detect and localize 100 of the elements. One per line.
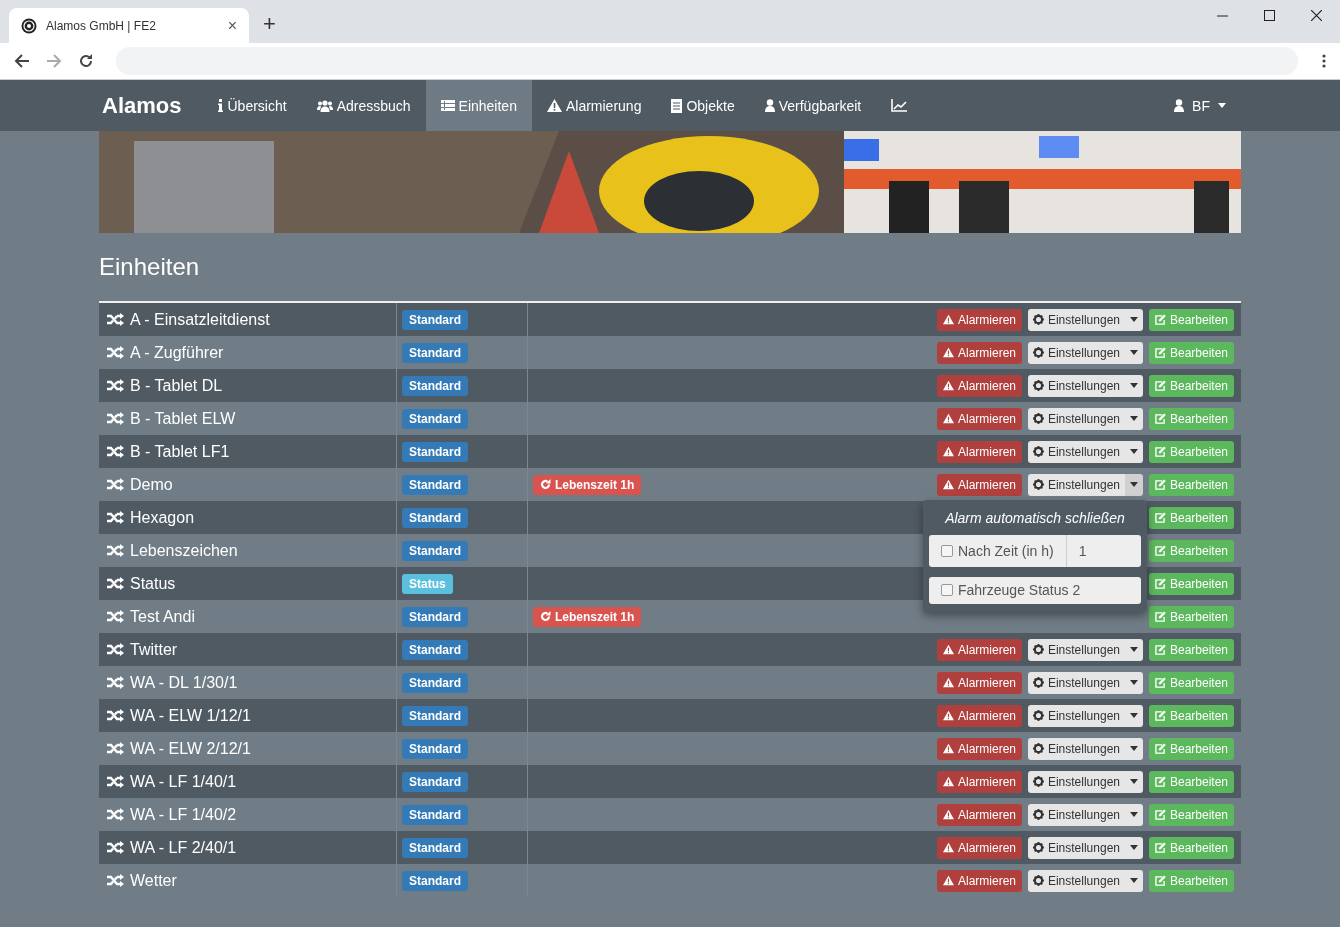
unit-name: A - Zugführer: [130, 343, 224, 362]
menu-icon[interactable]: [1322, 53, 1326, 69]
warning-icon: [943, 380, 954, 391]
alarm-button[interactable]: Alarmieren: [937, 473, 1022, 496]
settings-icon: [1033, 809, 1044, 820]
dropdown-toggle[interactable]: [1125, 638, 1143, 661]
unit-name: A - Einsatzleitdienst: [130, 310, 270, 329]
nav-item[interactable]: Alarmierung: [531, 80, 657, 131]
nav-item[interactable]: Objekte: [656, 80, 750, 131]
alarm-button[interactable]: Alarmieren: [937, 770, 1022, 793]
alarm-button[interactable]: Alarmieren: [937, 308, 1022, 331]
alarm-button[interactable]: Alarmieren: [937, 407, 1022, 430]
caret-icon: [1130, 680, 1138, 685]
hours-field[interactable]: 1: [1066, 534, 1141, 567]
settings-button[interactable]: Einstellungen: [1028, 473, 1125, 496]
settings-button[interactable]: Einstellungen: [1028, 836, 1125, 859]
settings-button[interactable]: Einstellungen: [1028, 440, 1125, 463]
brand-logo[interactable]: Alamos: [102, 80, 182, 131]
dropdown-toggle[interactable]: [1125, 704, 1143, 727]
refresh-icon: [540, 611, 551, 622]
user-menu[interactable]: BF: [1159, 80, 1241, 131]
settings-button[interactable]: Einstellungen: [1028, 671, 1125, 694]
new-tab-button[interactable]: +: [263, 11, 276, 37]
shuffle-icon: [107, 709, 124, 722]
type-label: Standard: [402, 606, 468, 627]
type-label: Status: [402, 573, 453, 594]
settings-button[interactable]: Einstellungen: [1028, 803, 1125, 826]
dropdown-toggle[interactable]: [1125, 308, 1143, 331]
edit-icon: [1155, 512, 1166, 523]
shuffle-icon: [107, 313, 124, 326]
dropdown-toggle[interactable]: [1125, 374, 1143, 397]
settings-button[interactable]: Einstellungen: [1028, 308, 1125, 331]
checkbox[interactable]: [941, 544, 953, 557]
edit-icon: [1155, 776, 1166, 787]
alarm-button[interactable]: Alarmieren: [937, 737, 1022, 760]
reload-icon[interactable]: [78, 53, 94, 69]
maximize-icon[interactable]: [1264, 10, 1275, 21]
unit-name: Demo: [130, 475, 173, 494]
type-label: Standard: [402, 540, 468, 561]
edit-icon: [1155, 842, 1166, 853]
dropdown-toggle[interactable]: [1125, 836, 1143, 859]
time-option[interactable]: Nach Zeit (in h): [929, 534, 1067, 567]
nav-item[interactable]: Verfügbarkeit: [749, 80, 877, 131]
alarm-button[interactable]: Alarmieren: [937, 704, 1022, 727]
edit-icon: [1155, 347, 1166, 358]
settings-button[interactable]: Einstellungen: [1028, 638, 1125, 661]
type-label: Standard: [402, 375, 468, 396]
edit-icon: [1155, 809, 1166, 820]
settings-icon: [1033, 677, 1044, 688]
alarm-button[interactable]: Alarmieren: [937, 341, 1022, 364]
dropdown-toggle[interactable]: [1125, 770, 1143, 793]
close-icon[interactable]: [1311, 10, 1322, 21]
alarm-button[interactable]: Alarmieren: [937, 374, 1022, 397]
unit-name: B - Tablet DL: [130, 376, 223, 395]
dropdown-toggle[interactable]: [1125, 341, 1143, 364]
dropdown-toggle[interactable]: [1125, 803, 1143, 826]
alarm-button[interactable]: Alarmieren: [937, 836, 1022, 859]
settings-button[interactable]: Einstellungen: [1028, 770, 1125, 793]
settings-icon: [1033, 413, 1044, 424]
warning-icon: [943, 413, 954, 424]
alarm-button[interactable]: Alarmieren: [937, 440, 1022, 463]
edit-icon: [1155, 314, 1166, 325]
caret-icon: [1218, 103, 1226, 108]
warning-icon: [943, 776, 954, 787]
settings-button[interactable]: Einstellungen: [1028, 407, 1125, 430]
type-label: Standard: [402, 474, 468, 495]
nav-item[interactable]: Einheiten: [425, 80, 532, 131]
users-icon: [316, 99, 333, 112]
settings-icon: [1033, 479, 1044, 490]
alarm-button[interactable]: Alarmieren: [937, 869, 1022, 892]
list-icon: [440, 100, 455, 111]
alarm-button[interactable]: Alarmieren: [937, 638, 1022, 661]
dropdown-toggle[interactable]: [1125, 407, 1143, 430]
dropdown-toggle[interactable]: [1125, 440, 1143, 463]
nav-item[interactable]: Übersicht: [203, 80, 302, 131]
warning-icon: [943, 809, 954, 820]
refresh-icon: [540, 479, 551, 490]
checkbox[interactable]: [941, 584, 953, 596]
warning-icon: [943, 314, 954, 325]
alarm-button[interactable]: Alarmieren: [937, 671, 1022, 694]
edit-icon: [1155, 446, 1166, 457]
dropdown-toggle[interactable]: [1125, 671, 1143, 694]
dropdown-toggle[interactable]: [1125, 869, 1143, 892]
status-option[interactable]: Fahrzeuge Status 2: [929, 576, 1141, 604]
settings-button[interactable]: Einstellungen: [1028, 737, 1125, 760]
type-label: Standard: [402, 771, 468, 792]
alarm-button[interactable]: Alarmieren: [937, 803, 1022, 826]
nav-item[interactable]: Adressbuch: [301, 80, 426, 131]
dropdown-toggle[interactable]: [1125, 737, 1143, 760]
close-tab-button[interactable]: ×: [227, 16, 237, 35]
browser-tab[interactable]: Alamos GmbH | FE2 ×: [9, 8, 249, 43]
back-icon[interactable]: [14, 53, 30, 69]
settings-button[interactable]: Einstellungen: [1028, 374, 1125, 397]
settings-button[interactable]: Einstellungen: [1028, 704, 1125, 727]
dropdown-toggle[interactable]: [1125, 473, 1143, 496]
unit-name: Test Andi: [130, 607, 195, 626]
settings-button[interactable]: Einstellungen: [1028, 869, 1125, 892]
edit-icon: [1155, 413, 1166, 424]
caret-icon: [1130, 350, 1138, 355]
settings-button[interactable]: Einstellungen: [1028, 341, 1125, 364]
